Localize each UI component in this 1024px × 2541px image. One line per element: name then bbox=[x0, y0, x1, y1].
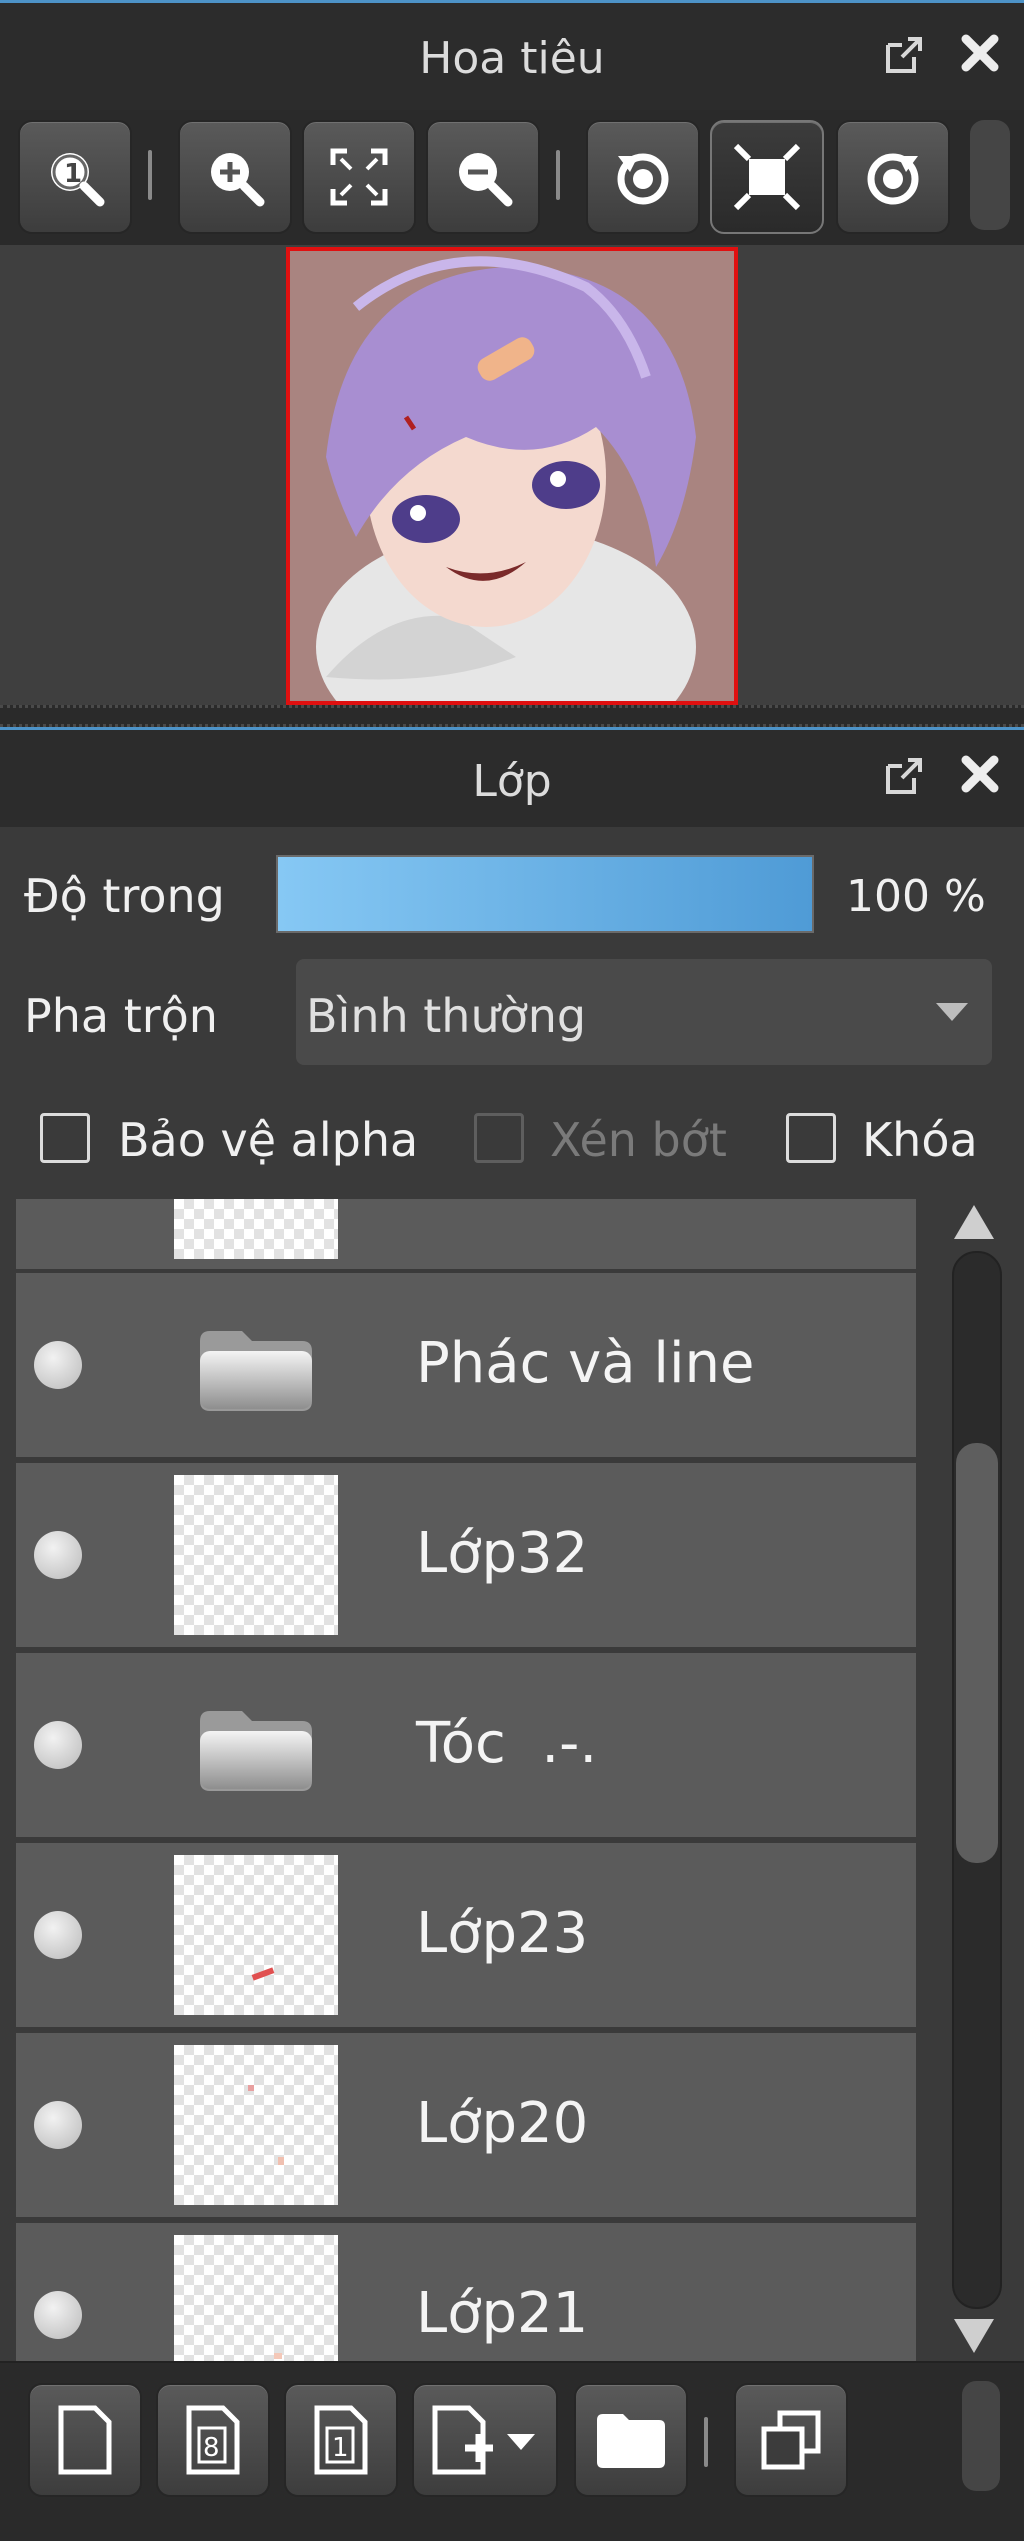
layer-name: Tóc .-. bbox=[416, 1711, 598, 1776]
add-layer-menu-icon bbox=[432, 2405, 535, 2475]
rotate-right-icon bbox=[867, 153, 919, 205]
lock-checkbox[interactable] bbox=[786, 1113, 836, 1163]
svg-text:1: 1 bbox=[332, 2433, 349, 2463]
popout-icon[interactable] bbox=[876, 748, 932, 804]
new-folder-icon bbox=[597, 2414, 665, 2468]
add-layer-menu-button[interactable] bbox=[412, 2383, 558, 2497]
layer-toolbar: 8 1 bbox=[0, 2361, 1024, 2541]
layer-row[interactable]: Lớp32 bbox=[16, 1463, 916, 1651]
blend-mode-value: Bình thường bbox=[306, 989, 587, 1043]
opacity-label: Độ trong bbox=[24, 869, 225, 923]
zoom-in-button[interactable] bbox=[178, 120, 292, 234]
popout-icon[interactable] bbox=[876, 27, 932, 83]
scroll-down-icon[interactable] bbox=[954, 2319, 994, 2353]
navigator-canvas[interactable] bbox=[0, 245, 1024, 705]
new-layer-icon bbox=[58, 2405, 112, 2475]
visibility-toggle[interactable] bbox=[34, 2291, 82, 2339]
toolbar-separator bbox=[148, 150, 152, 200]
toolbar-overflow-handle[interactable] bbox=[970, 120, 1010, 230]
visibility-toggle[interactable] bbox=[34, 1531, 82, 1579]
navigator-title: Hoa tiêu bbox=[419, 33, 605, 84]
layer-name: Lớp20 bbox=[416, 2091, 589, 2156]
rotate-right-button[interactable] bbox=[836, 120, 950, 234]
fit-canvas-icon bbox=[733, 143, 801, 211]
close-icon[interactable] bbox=[952, 746, 1008, 802]
toolbar-overflow-handle[interactable] bbox=[962, 2381, 1000, 2491]
layer-row[interactable]: Lớp23 bbox=[16, 1843, 916, 2031]
new-folder-button[interactable] bbox=[574, 2383, 688, 2497]
toolbar-separator bbox=[704, 2417, 708, 2467]
layer-row[interactable]: Phác và line bbox=[16, 1273, 916, 1461]
zoom-actual-icon: 1 bbox=[51, 153, 105, 207]
folder-icon bbox=[200, 1711, 312, 1791]
svg-text:1: 1 bbox=[64, 159, 82, 189]
close-icon[interactable] bbox=[952, 25, 1008, 81]
rotate-left-icon bbox=[617, 153, 669, 205]
fit-to-window-button[interactable] bbox=[302, 120, 416, 234]
zoom-out-icon bbox=[459, 153, 513, 207]
blend-mode-select[interactable]: Bình thường bbox=[296, 959, 992, 1065]
layer-list: Phác và line Lớp32 Tóc .-. Lớp23 Lớp20 L… bbox=[0, 1199, 1024, 2361]
layer-name: Lớp32 bbox=[416, 1521, 589, 1586]
fit-to-window-icon bbox=[330, 148, 388, 206]
scroll-up-icon[interactable] bbox=[954, 1205, 994, 1239]
folder-icon bbox=[200, 1331, 312, 1411]
blend-label: Pha trộn bbox=[24, 989, 218, 1043]
visibility-toggle[interactable] bbox=[34, 1721, 82, 1769]
navigator-toolbar: 1 bbox=[0, 110, 1024, 245]
duplicate-layer-button[interactable] bbox=[734, 2383, 848, 2497]
visibility-toggle[interactable] bbox=[34, 2101, 82, 2149]
clipping-label: Xén bớt bbox=[550, 1113, 727, 1167]
opacity-value: 100 % bbox=[846, 871, 986, 922]
new-layer-button[interactable] bbox=[28, 2383, 142, 2497]
chevron-down-icon bbox=[936, 1003, 968, 1021]
layer-name: Lớp21 bbox=[416, 2281, 589, 2346]
visibility-toggle[interactable] bbox=[34, 1341, 82, 1389]
layer-row-partial[interactable] bbox=[16, 1199, 916, 1273]
new-1bit-layer-icon: 1 bbox=[314, 2405, 368, 2475]
layer-thumbnail bbox=[174, 1199, 338, 1259]
svg-text:8: 8 bbox=[203, 2433, 220, 2463]
zoom-out-button[interactable] bbox=[426, 120, 540, 234]
protect-alpha-label: Bảo vệ alpha bbox=[118, 1113, 419, 1167]
layer-row[interactable]: Lớp21 bbox=[16, 2223, 916, 2361]
layer-thumbnail bbox=[174, 1855, 338, 2015]
scrollbar-thumb[interactable] bbox=[956, 1443, 998, 1863]
layer-name: Lớp23 bbox=[416, 1901, 589, 1966]
layers-title: Lớp bbox=[472, 756, 552, 807]
rotate-left-button[interactable] bbox=[586, 120, 700, 234]
layer-thumbnail bbox=[174, 1475, 338, 1635]
panel-splitter[interactable] bbox=[0, 705, 1024, 727]
new-8bit-layer-icon: 8 bbox=[186, 2405, 240, 2475]
clipping-checkbox bbox=[474, 1113, 524, 1163]
opacity-slider[interactable] bbox=[276, 855, 814, 933]
toolbar-separator bbox=[556, 150, 560, 200]
layer-row[interactable]: Tóc .-. bbox=[16, 1653, 916, 1841]
layers-titlebar: Lớp bbox=[0, 727, 1024, 827]
layer-properties: Độ trong 100 % Pha trộn Bình thường Bảo … bbox=[0, 827, 1024, 1199]
zoom-actual-button[interactable]: 1 bbox=[18, 120, 132, 234]
canvas-preview bbox=[286, 247, 738, 705]
new-8bit-layer-button[interactable]: 8 bbox=[156, 2383, 270, 2497]
new-1bit-layer-button[interactable]: 1 bbox=[284, 2383, 398, 2497]
layer-thumbnail bbox=[174, 2235, 338, 2361]
navigator-titlebar: Hoa tiêu bbox=[0, 0, 1024, 110]
duplicate-layer-icon bbox=[761, 2410, 821, 2470]
fit-canvas-button[interactable] bbox=[710, 120, 824, 234]
lock-label: Khóa bbox=[862, 1113, 978, 1167]
layer-row[interactable]: Lớp20 bbox=[16, 2033, 916, 2221]
layer-list-scrollbar[interactable] bbox=[942, 1199, 1008, 2361]
zoom-in-icon bbox=[211, 153, 265, 207]
opacity-fill bbox=[278, 857, 812, 931]
scrollbar-track[interactable] bbox=[952, 1251, 1002, 2309]
protect-alpha-checkbox[interactable] bbox=[40, 1113, 90, 1163]
layer-thumbnail bbox=[174, 2045, 338, 2205]
layer-name: Phác và line bbox=[416, 1331, 755, 1396]
visibility-toggle[interactable] bbox=[34, 1911, 82, 1959]
